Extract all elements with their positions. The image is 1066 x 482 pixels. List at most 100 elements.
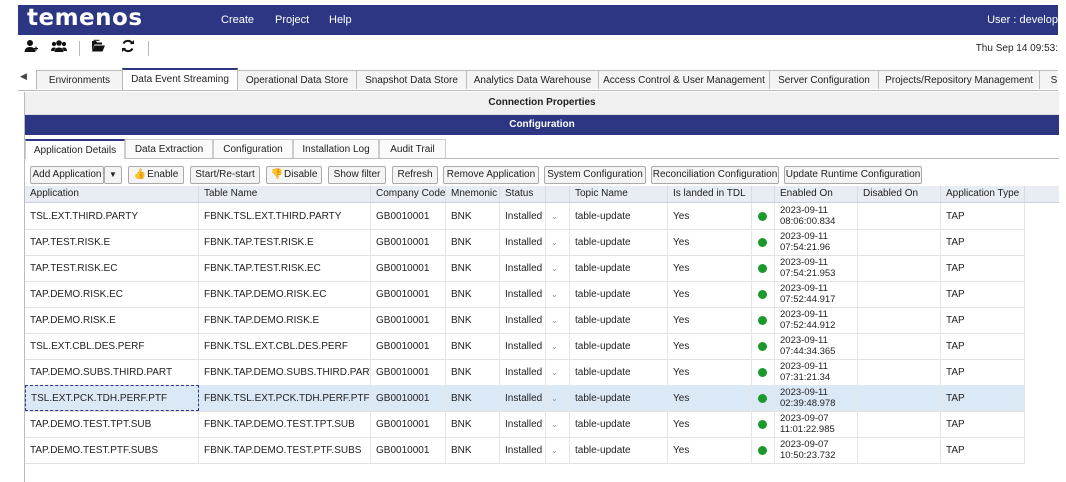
table-row[interactable]: TAP.TEST.RISK.E FBNK.TAP.TEST.RISK.E GB001… — [25, 229, 1025, 256]
cell-status: Installed — [500, 333, 546, 359]
enable-button[interactable]: 👍Enable — [128, 166, 184, 184]
cell-status-expand[interactable]: ⌄ — [546, 437, 570, 463]
cell-status-expand[interactable]: ⌄ — [546, 255, 570, 281]
cell-status-expand[interactable]: ⌄ — [546, 385, 570, 411]
chevron-down-icon[interactable]: ⌄ — [551, 368, 558, 377]
cell-company-code: GB0010001 — [371, 307, 446, 333]
cell-enabled-on: 2023-09-11 07:52:44.917 — [775, 281, 858, 307]
menu-help[interactable]: Help — [329, 14, 352, 26]
cell-application-type: TAP — [941, 359, 1025, 385]
connection-properties-header[interactable]: Connection Properties — [25, 92, 1059, 115]
disable-button[interactable]: 👎Disable — [266, 166, 322, 184]
table-row[interactable]: TAP.DEMO.RISK.EC FBNK.TAP.DEMO.RISK.EC GB0… — [25, 281, 1025, 308]
table-row[interactable]: TSL.EXT.THIRD.PARTY FBNK.TSL.EXT.THIRD.PA… — [25, 203, 1025, 230]
tab-operational-data-store[interactable]: Operational Data Store — [237, 70, 357, 89]
table-row[interactable]: TAP.DEMO.TEST.PTF.SUBS FBNK.TAP.DEMO.TEST… — [25, 437, 1025, 464]
column-header-company-code[interactable]: Company Code — [371, 186, 446, 202]
cell-table-name: FBNK.TAP.DEMO.RISK.EC — [199, 281, 371, 307]
column-header-status-expand[interactable] — [546, 186, 570, 202]
subtab-installation-log[interactable]: Installation Log — [293, 139, 379, 158]
subtab-audit-trail[interactable]: Audit Trail — [379, 139, 446, 158]
cell-company-code: GB0010001 — [371, 203, 446, 229]
subtab-application-details[interactable]: Application Details — [25, 139, 125, 159]
table-row[interactable]: TAP.DEMO.RISK.E FBNK.TAP.DEMO.RISK.E GB001… — [25, 307, 1025, 334]
column-header-topic-name[interactable]: Topic Name — [570, 186, 668, 202]
users-icon[interactable] — [51, 39, 67, 56]
cell-status: Installed — [500, 437, 546, 463]
chevron-down-icon[interactable]: ⌄ — [551, 212, 558, 221]
chevron-down-icon[interactable]: ⌄ — [551, 238, 558, 247]
tab-server-configuration[interactable]: Server Configuration — [769, 70, 879, 89]
cell-status-expand[interactable]: ⌄ — [546, 411, 570, 437]
cell-application: TAP.DEMO.TEST.PTF.SUBS — [25, 437, 199, 463]
column-header-mnemonic[interactable]: Mnemonic — [446, 186, 500, 202]
table-row[interactable]: TAP.DEMO.SUBS.THIRD.PART FBNK.TAP.DEMO.SU… — [25, 359, 1025, 386]
cell-disabled-on — [858, 437, 941, 463]
start-restart-button[interactable]: Start/Re-start — [190, 166, 260, 184]
column-header-enabled-on[interactable]: Enabled On — [775, 186, 858, 202]
cell-application-type: TAP — [941, 281, 1025, 307]
column-header-is-landed-in-tdl[interactable]: Is landed in TDL — [668, 186, 752, 202]
column-header-application[interactable]: Application — [25, 186, 199, 202]
enabled-date: 2023-09-07 — [780, 413, 829, 424]
cell-company-code: GB0010001 — [371, 281, 446, 307]
chevron-down-icon[interactable]: ⌄ — [551, 394, 558, 403]
column-header-landed-indicator[interactable] — [752, 186, 775, 202]
table-row[interactable]: TAP.DEMO.TEST.TPT.SUB FBNK.TAP.DEMO.TEST.… — [25, 411, 1025, 438]
status-dot-icon — [758, 341, 767, 351]
chevron-down-icon[interactable]: ⌄ — [551, 342, 558, 351]
tab-snapshot-data-store[interactable]: Snapshot Data Store — [356, 70, 467, 89]
refresh-icon[interactable] — [121, 39, 135, 56]
folder-open-icon[interactable] — [91, 39, 105, 56]
subtab-data-extraction[interactable]: Data Extraction — [125, 139, 213, 158]
table-row[interactable]: TAP.TEST.RISK.EC FBNK.TAP.TEST.RISK.EC GB0… — [25, 255, 1025, 282]
tab-data-event-streaming[interactable]: Data Event Streaming — [122, 68, 238, 90]
cell-status-expand[interactable]: ⌄ — [546, 333, 570, 359]
tab-overflow[interactable]: S — [1039, 70, 1058, 89]
tab-analytics-data-warehouse[interactable]: Analytics Data Warehouse — [466, 70, 599, 89]
chevron-down-icon[interactable]: ⌄ — [551, 446, 558, 455]
add-application-button[interactable]: Add Application — [30, 166, 104, 184]
column-header-disabled-on[interactable]: Disabled On — [858, 186, 941, 202]
chevron-down-icon[interactable]: ⌄ — [551, 290, 558, 299]
refresh-button[interactable]: Refresh — [392, 166, 438, 184]
chevron-down-icon[interactable]: ⌄ — [551, 264, 558, 273]
configuration-header[interactable]: Configuration — [25, 115, 1059, 135]
cell-application: TAP.TEST.RISK.EC — [25, 255, 199, 281]
cell-application-type: TAP — [941, 411, 1025, 437]
column-header-application-type[interactable]: Application Type — [941, 186, 1025, 202]
cell-status-expand[interactable]: ⌄ — [546, 307, 570, 333]
enabled-time: 07:52:44.917 — [780, 294, 836, 305]
reconciliation-configuration-button[interactable]: Reconciliation Configuration — [651, 166, 779, 184]
user-label[interactable]: User : develop — [987, 14, 1058, 26]
column-header-table-name[interactable]: Table Name — [199, 186, 371, 202]
menu-project[interactable]: Project — [275, 14, 309, 26]
subtab-configuration[interactable]: Configuration — [213, 139, 293, 158]
table-row[interactable]: TSL.EXT.PCK.TDH.PERF.PTF FBNK.TSL.EXT.PCK… — [25, 385, 1025, 412]
enabled-date: 2023-09-11 — [780, 309, 828, 320]
tabs-scroll-left-icon[interactable]: ◀ — [20, 71, 27, 82]
cell-status: Installed — [500, 203, 546, 229]
menu-create[interactable]: Create — [221, 14, 254, 26]
cell-enabled-on: 2023-09-11 07:54:21.96 — [775, 229, 858, 255]
cell-status-expand[interactable]: ⌄ — [546, 229, 570, 255]
temenos-logo: temenos — [27, 5, 143, 31]
tab-access-control[interactable]: Access Control & User Management — [598, 70, 770, 89]
user-icon[interactable] — [24, 39, 38, 56]
status-dot-icon — [758, 263, 767, 273]
cell-status-expand[interactable]: ⌄ — [546, 359, 570, 385]
table-row[interactable]: TSL.EXT.CBL.DES.PERF FBNK.TSL.EXT.CBL.DES… — [25, 333, 1025, 360]
tab-projects-repository[interactable]: Projects/Repository Management — [878, 70, 1040, 89]
cell-status-expand[interactable]: ⌄ — [546, 203, 570, 229]
column-header-status[interactable]: Status — [500, 186, 546, 202]
update-runtime-configuration-button[interactable]: Update Runtime Configuration — [784, 166, 922, 184]
tab-environments[interactable]: Environments — [36, 70, 123, 89]
chevron-down-icon[interactable]: ⌄ — [551, 316, 558, 325]
remove-application-button[interactable]: Remove Application — [443, 166, 539, 184]
system-configuration-button[interactable]: System Configuration — [544, 166, 646, 184]
show-filter-button[interactable]: Show filter — [328, 166, 386, 184]
cell-enabled-on: 2023-09-11 07:44:34.365 — [775, 333, 858, 359]
cell-status-expand[interactable]: ⌄ — [546, 281, 570, 307]
chevron-down-icon[interactable]: ⌄ — [551, 420, 558, 429]
add-application-dropdown-button[interactable]: ▼ — [104, 166, 122, 184]
